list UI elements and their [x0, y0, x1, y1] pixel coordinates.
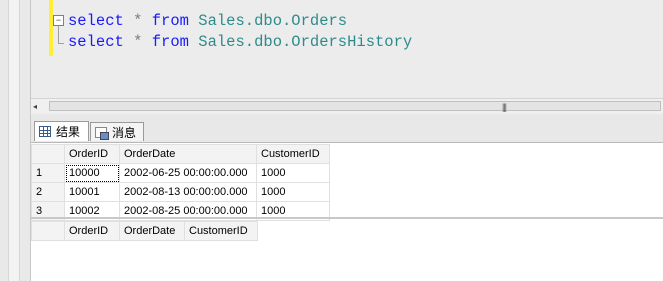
table-row[interactable]: 2 10001 2002-08-13 00:00:00.000 1000 — [31, 182, 330, 202]
keyword: select — [68, 33, 124, 51]
fold-line — [58, 26, 59, 43]
code-line-2[interactable]: select * from Sales.dbo.OrdersHistory — [68, 32, 412, 52]
results-pane: OrderID OrderDate CustomerID 1 10000 200… — [31, 143, 663, 281]
query-editor[interactable]: − select * from Sales.dbo.Orders select … — [31, 0, 663, 98]
column-header[interactable]: CustomerID — [256, 144, 330, 164]
object-name: Sales.dbo.Orders — [198, 12, 348, 30]
row-number[interactable]: 1 — [31, 163, 65, 183]
tab-messages-label: 消息 — [112, 125, 137, 140]
operator: * — [133, 33, 143, 51]
tab-results-label: 结果 — [56, 125, 81, 139]
result-set-splitter[interactable] — [31, 217, 663, 219]
code-line-1[interactable]: select * from Sales.dbo.Orders — [68, 11, 347, 31]
header-row: OrderID OrderDate CustomerID — [31, 221, 258, 241]
table-cell[interactable]: 10000 — [64, 163, 120, 183]
column-header[interactable]: OrderDate — [119, 221, 185, 241]
grid-corner[interactable] — [31, 221, 65, 241]
keyword: select — [68, 12, 124, 30]
column-header[interactable]: OrderDate — [119, 144, 257, 164]
operator: * — [133, 12, 143, 30]
table-cell[interactable]: 1000 — [256, 163, 330, 183]
result-grid-1[interactable]: OrderID OrderDate CustomerID 1 10000 200… — [31, 144, 330, 221]
column-header[interactable]: OrderID — [64, 221, 120, 241]
change-bar — [49, 0, 53, 56]
table-cell[interactable]: 2002-06-25 00:00:00.000 — [119, 163, 257, 183]
table-cell[interactable]: 1000 — [256, 182, 330, 202]
column-header[interactable]: CustomerID — [184, 221, 258, 241]
collapse-icon[interactable]: − — [53, 15, 64, 26]
grid-icon — [39, 126, 51, 137]
keyword: from — [151, 12, 189, 30]
header-row: OrderID OrderDate CustomerID — [31, 144, 330, 164]
row-number[interactable]: 2 — [31, 182, 65, 202]
keyword: from — [151, 33, 189, 51]
left-panel-strip — [0, 0, 31, 281]
grid-corner[interactable] — [31, 144, 65, 164]
scroll-left-arrow-icon[interactable]: ◂ — [33, 102, 37, 111]
left-panel-inner — [8, 0, 20, 281]
table-cell[interactable]: 2002-08-13 00:00:00.000 — [119, 182, 257, 202]
result-grid-2[interactable]: OrderID OrderDate CustomerID — [31, 221, 258, 241]
scrollbar-grip-icon: ||| — [502, 102, 507, 112]
tab-results[interactable]: 结果 — [34, 121, 89, 141]
results-tab-bar: 结果 消息 — [31, 114, 663, 143]
fold-end — [58, 43, 64, 44]
scrollbar-thumb[interactable]: ||| — [49, 101, 661, 112]
table-row[interactable]: 1 10000 2002-06-25 00:00:00.000 1000 — [31, 163, 330, 183]
column-header[interactable]: OrderID — [64, 144, 120, 164]
tab-messages[interactable]: 消息 — [90, 122, 144, 141]
table-cell[interactable]: 10001 — [64, 182, 120, 202]
horizontal-scrollbar[interactable]: ◂ ||| — [31, 98, 663, 115]
object-name: Sales.dbo.OrdersHistory — [198, 33, 413, 51]
message-icon — [95, 126, 109, 140]
